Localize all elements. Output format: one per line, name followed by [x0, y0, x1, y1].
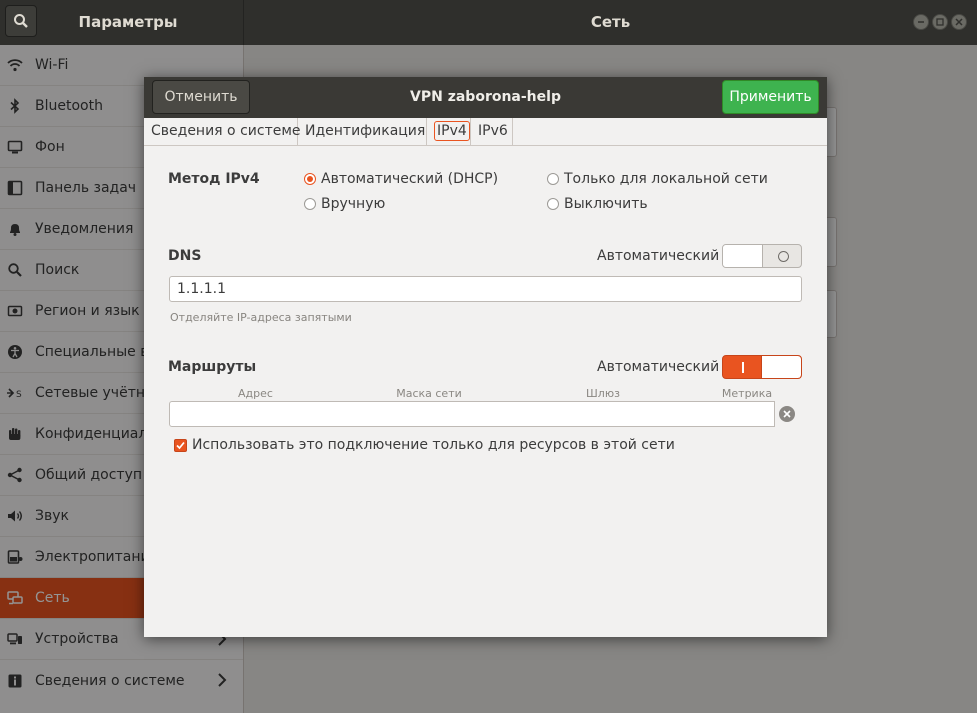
window-controls [913, 14, 967, 30]
tab-ipv6[interactable]: IPv6 [471, 118, 513, 146]
tab-ipv4-label: IPv4 [434, 121, 470, 141]
switch-knob [723, 245, 763, 267]
tab-identity[interactable]: Идентификация [298, 118, 427, 146]
dns-input[interactable]: 1.1.1.1 [169, 276, 802, 302]
apply-button[interactable]: Применить [722, 80, 819, 114]
vpn-dialog: Отменить VPN zaborona-help Применить Све… [144, 77, 827, 637]
radio-label: Автоматический (DHCP) [321, 171, 499, 187]
dialog-header: Отменить VPN zaborona-help Применить [144, 77, 827, 118]
window-titlebar: Параметры Сеть [0, 0, 977, 45]
dns-auto-label: Автоматический [597, 248, 720, 264]
maximize-icon [936, 18, 944, 26]
tab-details[interactable]: Сведения о системе [144, 118, 301, 146]
dns-hint: Отделяйте IP-адреса запятыми [170, 311, 352, 324]
close-button[interactable] [951, 14, 967, 30]
minimize-button[interactable] [913, 14, 929, 30]
route-address-input[interactable] [169, 401, 343, 427]
dns-auto-switch[interactable] [722, 244, 802, 268]
radio-indicator [304, 198, 316, 210]
radio-label: Вручную [321, 196, 386, 212]
column-header-netmask: Маска сети [396, 387, 462, 400]
routes-label: Маршруты [168, 359, 257, 375]
dns-label: DNS [168, 248, 202, 264]
route-delete-button[interactable] [779, 406, 795, 422]
settings-title: Параметры [78, 13, 178, 31]
route-gateway-input[interactable] [516, 401, 691, 427]
clear-icon [783, 410, 791, 418]
dialog-title: VPN zaborona-help [410, 89, 561, 105]
column-header-metric: Метрика [721, 387, 773, 400]
check-icon [176, 441, 185, 449]
radio-auto-dhcp[interactable]: Автоматический (DHCP) [304, 171, 498, 187]
radio-indicator [547, 198, 559, 210]
route-netmask-input[interactable] [342, 401, 517, 427]
radio-disabled[interactable]: Выключить [547, 196, 648, 212]
radio-link-local[interactable]: Только для локальной сети [547, 171, 768, 187]
column-header-gateway: Шлюз [586, 387, 620, 400]
dialog-tabs: Сведения о системе Идентификация IPv4 IP… [144, 118, 827, 146]
routes-auto-switch[interactable] [722, 355, 802, 379]
radio-indicator [304, 173, 316, 185]
switch-knob [761, 356, 801, 378]
ipv4-method-label: Метод IPv4 [168, 171, 260, 187]
radio-label: Только для локальной сети [564, 171, 768, 187]
route-metric-input[interactable] [690, 401, 775, 427]
switch-on-mark [742, 362, 744, 373]
column-header-address: Адрес [238, 387, 273, 400]
routes-auto-label: Автоматический [597, 359, 720, 375]
radio-manual[interactable]: Вручную [304, 196, 385, 212]
only-resources-label: Использовать это подключение только для … [192, 437, 675, 453]
switch-off-mark [778, 251, 789, 262]
tab-ipv4[interactable]: IPv4 [427, 118, 471, 146]
minimize-icon [918, 21, 924, 23]
cancel-button[interactable]: Отменить [152, 80, 250, 114]
maximize-button[interactable] [932, 14, 948, 30]
checkbox-indicator [174, 438, 187, 452]
radio-indicator [547, 173, 559, 185]
close-icon [955, 18, 963, 26]
only-resources-checkbox[interactable]: Использовать это подключение только для … [174, 437, 675, 453]
radio-label: Выключить [564, 196, 648, 212]
panel-title: Сеть [590, 13, 631, 31]
